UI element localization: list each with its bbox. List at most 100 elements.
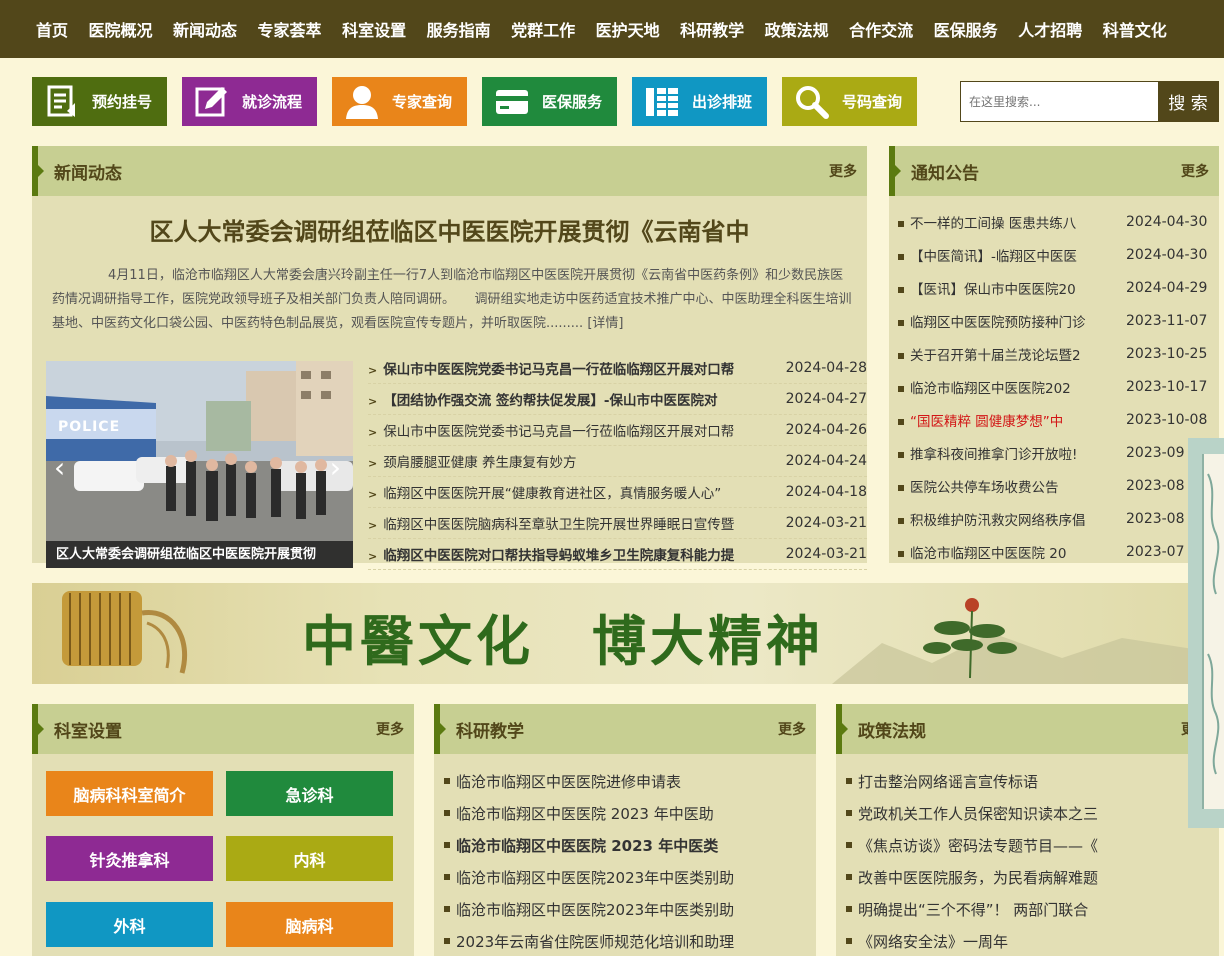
notice-item-title: 不一样的工间操 医患共练八: [910, 215, 1077, 232]
search-icon: [790, 80, 834, 124]
list-item[interactable]: > 颈肩腰腿亚健康 养生康复有妙方 2024-04-24: [368, 446, 867, 477]
dept-more-link[interactable]: 更多: [376, 719, 404, 739]
dept-button-acupuncture[interactable]: 针灸推拿科: [46, 836, 213, 881]
list-item[interactable]: 医院公共停车场收费公告 2023-08: [898, 469, 1218, 502]
bullet-icon: [846, 906, 852, 912]
nav-experts[interactable]: 专家荟萃: [258, 17, 322, 41]
arrow-icon: >: [368, 550, 378, 563]
nav-insurance[interactable]: 医保服务: [934, 17, 998, 41]
research-more-link[interactable]: 更多: [778, 719, 806, 739]
nav-science-culture[interactable]: 科普文化: [1103, 17, 1167, 41]
list-item[interactable]: 临沧市临翔区中医医院 2023 年中医助: [444, 797, 806, 829]
nav-research[interactable]: 科研教学: [680, 17, 744, 41]
list-item[interactable]: 党政机关工作人员保密知识读本之三: [846, 797, 1209, 829]
search-button[interactable]: 搜 索: [1158, 82, 1218, 121]
nav-home[interactable]: 首页: [36, 17, 68, 41]
quick-register-button[interactable]: 预约挂号: [32, 77, 167, 126]
search-box: 搜 索: [960, 81, 1219, 122]
list-item[interactable]: 临沧市临翔区中医医院2023年中医类别助: [444, 861, 806, 893]
list-item[interactable]: 【医讯】保山市中医医院20 2024-04-29: [898, 271, 1218, 304]
list-item[interactable]: 临沧市临翔区中医医院 20 2023-07: [898, 535, 1218, 568]
news-item-date: 2024-03-21: [785, 515, 867, 531]
list-item[interactable]: 临沧市临翔区中医医院 2023 年中医类: [444, 829, 806, 861]
policy-item-title: 党政机关工作人员保密知识读本之三: [858, 804, 1099, 823]
nav-news[interactable]: 新闻动态: [173, 17, 237, 41]
news-photo[interactable]: POLICE ‹ › 区人大常委会调研组莅临区中医医院开展贯彻: [46, 361, 353, 568]
bullet-icon: [898, 220, 904, 227]
list-item[interactable]: > 保山市中医医院党委书记马克昌一行莅临临翔区开展对口帮 2024-04-26: [368, 415, 867, 446]
list-item[interactable]: > 临翔区中医医院对口帮扶指导蚂蚁堆乡卫生院康复科能力提 2024-03-21: [368, 539, 867, 570]
nav-cooperation[interactable]: 合作交流: [849, 17, 913, 41]
policy-item-title: 《焦点访谈》密码法专题节目——《: [858, 836, 1099, 855]
dept-header: 科室设置 更多: [32, 704, 414, 754]
news-item-date: 2024-03-21: [785, 546, 867, 562]
list-item[interactable]: 不一样的工间操 医患共练八 2024-04-30: [898, 205, 1218, 238]
news-item-title: 颈肩腰腿亚健康 养生康复有妙方: [383, 455, 577, 471]
news-item-title: 临翔区中医医院对口帮扶指导蚂蚁堆乡卫生院康复科能力提: [383, 548, 735, 564]
list-item[interactable]: 临沧市临翔区中医医院进修申请表: [444, 765, 806, 797]
list-item[interactable]: 《焦点访谈》密码法专题节目——《: [846, 829, 1209, 861]
news-headline[interactable]: 区人大常委会调研组莅临区中医医院开展贯彻《云南省中: [32, 212, 867, 247]
policy-title: 政策法规: [858, 721, 926, 742]
dept-button-brain-intro[interactable]: 脑病科科室简介: [46, 771, 213, 816]
list-item[interactable]: > 【团结协作强交流 签约帮扶促发展】-保山市中医医院对 2024-04-27: [368, 384, 867, 415]
quick-schedule-button[interactable]: 出诊排班: [632, 77, 767, 126]
bullet-icon: [444, 906, 450, 912]
floating-side-widget[interactable]: [1188, 438, 1224, 828]
news-item-title: 临翔区中医医院开展“健康教育进社区，真情服务暖人心”: [383, 486, 722, 502]
news-item-date: 2024-04-26: [785, 422, 867, 438]
news-item-date: 2024-04-24: [785, 453, 867, 469]
dept-button-brain[interactable]: 脑病科: [226, 902, 393, 947]
quick-process-button[interactable]: 就诊流程: [182, 77, 317, 126]
list-item[interactable]: 推拿科夜间推拿门诊开放啦! 2023-09: [898, 436, 1218, 469]
list-item[interactable]: “国医精粹 圆健康梦想”中 2023-10-08: [898, 403, 1218, 436]
list-item[interactable]: > 保山市中医医院党委书记马克昌一行莅临临翔区开展对口帮 2024-04-28: [368, 353, 867, 384]
notice-item-title: 关于召开第十届兰茂论坛暨2: [910, 347, 1081, 364]
photo-prev-arrow[interactable]: ‹: [54, 451, 65, 484]
quick-number-button[interactable]: 号码查询: [782, 77, 917, 126]
list-item[interactable]: > 临翔区中医医院开展“健康教育进社区，真情服务暖人心” 2024-04-18: [368, 477, 867, 508]
arrow-icon: >: [368, 395, 378, 408]
search-input[interactable]: [961, 82, 1158, 121]
list-item[interactable]: 临沧市临翔区中医医院202 2023-10-17: [898, 370, 1218, 403]
nav-policy[interactable]: 政策法规: [765, 17, 829, 41]
notice-more-link[interactable]: 更多: [1181, 161, 1209, 181]
nav-recruitment[interactable]: 人才招聘: [1018, 17, 1082, 41]
quick-expert-button[interactable]: 专家查询: [332, 77, 467, 126]
nav-service-guide[interactable]: 服务指南: [427, 17, 491, 41]
policy-item-title: 明确提出“三个不得”！ 两部门联合: [858, 900, 1089, 919]
news-item-title: 保山市中医医院党委书记马克昌一行莅临临翔区开展对口帮: [383, 424, 735, 440]
list-item[interactable]: 积极维护防汛救灾网络秩序倡 2023-08: [898, 502, 1218, 535]
list-item[interactable]: 改善中医医院服务，为民看病解难题: [846, 861, 1209, 893]
photo-next-arrow[interactable]: ›: [330, 451, 341, 484]
photo-caption[interactable]: 区人大常委会调研组莅临区中医医院开展贯彻: [46, 541, 353, 568]
list-item[interactable]: 临沧市临翔区中医医院2023年中医类别助: [444, 893, 806, 925]
research-title: 科研教学: [456, 721, 524, 742]
nav-departments[interactable]: 科室设置: [342, 17, 406, 41]
list-item[interactable]: > 临翔区中医医院脑病科至章驮卫生院开展世界睡眠日宣传暨 2024-03-21: [368, 508, 867, 539]
quick-insurance-button[interactable]: 医保服务: [482, 77, 617, 126]
dept-button-emergency[interactable]: 急诊科: [226, 771, 393, 816]
notice-item-title: 临沧市临翔区中医医院 20: [910, 545, 1067, 562]
bullet-icon: [898, 385, 904, 392]
list-item[interactable]: 明确提出“三个不得”！ 两部门联合: [846, 893, 1209, 925]
arrow-icon: >: [368, 488, 378, 501]
news-more-link[interactable]: 更多: [829, 161, 857, 181]
person-icon: [340, 80, 384, 124]
research-list: 临沧市临翔区中医医院进修申请表 临沧市临翔区中医医院 2023 年中医助 临沧市…: [444, 765, 806, 956]
dept-button-internal[interactable]: 内科: [226, 836, 393, 881]
bullet-icon: [898, 484, 904, 491]
list-item[interactable]: 【中医简讯】-临翔区中医医 2024-04-30: [898, 238, 1218, 271]
list-item[interactable]: 《网络安全法》一周年: [846, 925, 1209, 956]
nav-hospital-overview[interactable]: 医院概况: [89, 17, 153, 41]
dept-button-surgery[interactable]: 外科: [46, 902, 213, 947]
nav-medical-staff[interactable]: 医护天地: [596, 17, 660, 41]
list-item[interactable]: 临翔区中医医院预防接种门诊 2023-11-07: [898, 304, 1218, 337]
notice-item-date: 2024-04-30: [1126, 246, 1208, 263]
list-item[interactable]: 关于召开第十届兰茂论坛暨2 2023-10-25: [898, 337, 1218, 370]
bullet-icon: [846, 842, 852, 848]
bullet-icon: [846, 810, 852, 816]
nav-party-work[interactable]: 党群工作: [511, 17, 575, 41]
list-item[interactable]: 打击整治网络谣言宣传标语: [846, 765, 1209, 797]
list-item[interactable]: 2023年云南省住院医师规范化培训和助理: [444, 925, 806, 956]
